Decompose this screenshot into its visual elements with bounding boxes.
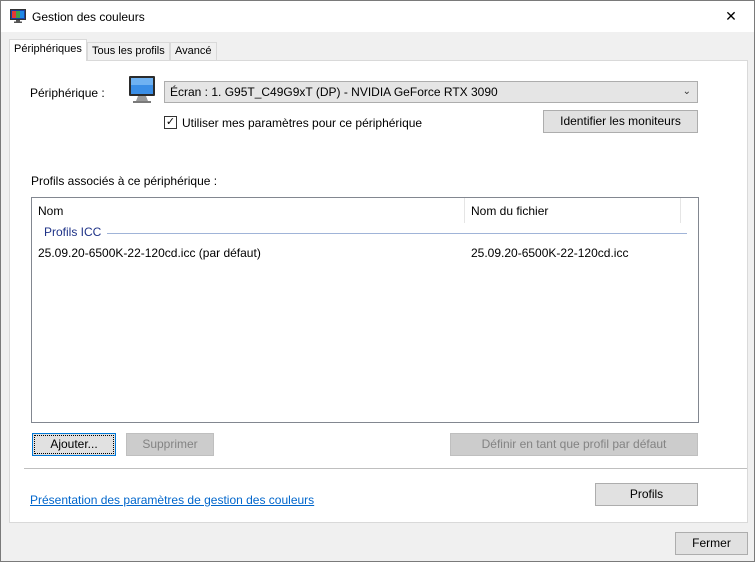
close-button[interactable]: Fermer bbox=[675, 532, 748, 555]
table-row[interactable]: 25.09.20-6500K-22-120cd.icc (par défaut)… bbox=[38, 246, 688, 262]
tab-all-profiles[interactable]: Tous les profils bbox=[87, 42, 170, 61]
monitor-icon bbox=[129, 76, 155, 103]
devices-tab-panel: Périphérique : Écran : 1. G95T_C49G9xT (… bbox=[9, 60, 748, 523]
remove-profile-button[interactable]: Supprimer bbox=[126, 433, 214, 456]
add-profile-button[interactable]: Ajouter... bbox=[32, 433, 116, 456]
group-divider bbox=[107, 233, 687, 234]
separator-line bbox=[24, 468, 747, 469]
device-label: Périphérique : bbox=[30, 86, 105, 100]
profile-name-cell: 25.09.20-6500K-22-120cd.icc (par défaut) bbox=[38, 246, 261, 260]
use-my-settings-checkbox[interactable]: ✓ bbox=[164, 116, 177, 129]
identify-monitors-button[interactable]: Identifier les moniteurs bbox=[543, 110, 698, 133]
set-default-profile-button[interactable]: Définir en tant que profil par défaut bbox=[450, 433, 698, 456]
color-management-app-icon bbox=[10, 9, 26, 23]
profile-file-cell: 25.09.20-6500K-22-120cd.icc bbox=[471, 246, 629, 260]
group-header-icc: Profils ICC bbox=[44, 225, 102, 239]
tab-advanced[interactable]: Avancé bbox=[170, 42, 217, 61]
profiles-button[interactable]: Profils bbox=[595, 483, 698, 506]
device-select-value: Écran : 1. G95T_C49G9xT (DP) - NVIDIA Ge… bbox=[170, 85, 498, 99]
window-title: Gestion des couleurs bbox=[32, 10, 145, 24]
profiles-list[interactable]: Nom Nom du fichier Profils ICC 25.09.20-… bbox=[31, 197, 699, 423]
title-bar: Gestion des couleurs ✕ bbox=[1, 1, 754, 32]
column-separator[interactable] bbox=[680, 198, 681, 223]
color-management-window: Gestion des couleurs ✕ Périphériques Tou… bbox=[0, 0, 755, 562]
tab-devices[interactable]: Périphériques bbox=[9, 39, 87, 61]
column-header-filename[interactable]: Nom du fichier bbox=[465, 198, 680, 224]
focus-rect bbox=[34, 435, 114, 454]
overview-help-link[interactable]: Présentation des paramètres de gestion d… bbox=[30, 493, 314, 507]
device-select[interactable]: Écran : 1. G95T_C49G9xT (DP) - NVIDIA Ge… bbox=[164, 81, 698, 103]
use-my-settings-label[interactable]: Utiliser mes paramètres pour ce périphér… bbox=[182, 116, 422, 130]
chevron-down-icon: ⌄ bbox=[682, 86, 691, 97]
close-icon: ✕ bbox=[725, 7, 737, 24]
column-header-name[interactable]: Nom bbox=[32, 198, 464, 224]
close-window-button[interactable]: ✕ bbox=[708, 1, 754, 31]
profiles-section-label: Profils associés à ce périphérique : bbox=[31, 174, 218, 188]
